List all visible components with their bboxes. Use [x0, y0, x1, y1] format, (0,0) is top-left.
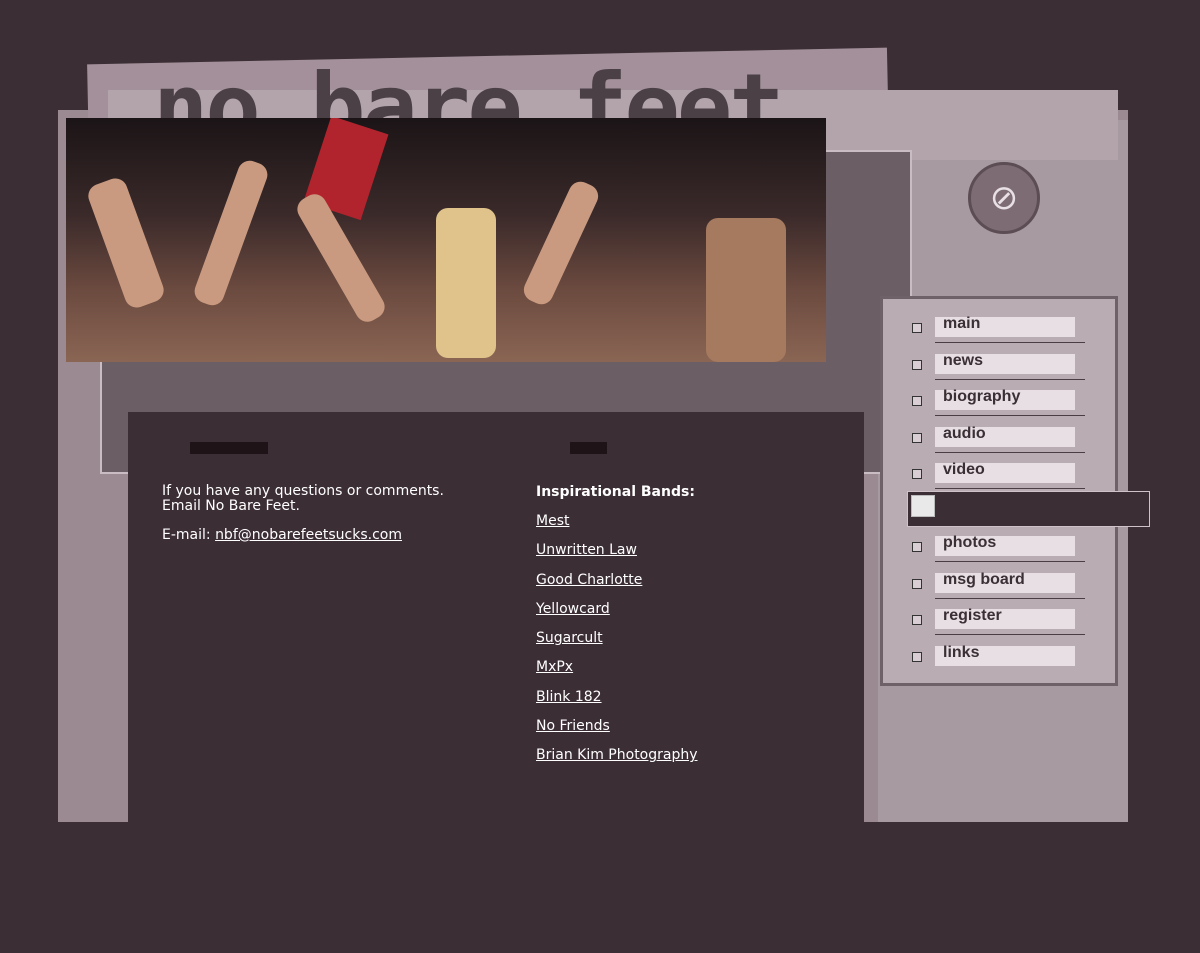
contact-line-1: If you have any questions or comments. [162, 483, 444, 499]
nav-item-label: register [943, 607, 1002, 624]
band-link-unwritten-law[interactable]: Unwritten Law [536, 542, 698, 558]
band-link-blink-182[interactable]: Blink 182 [536, 689, 698, 705]
nav-bullet-icon [912, 652, 922, 662]
nav-bullet-icon [912, 360, 922, 370]
band-link-sugarcult[interactable]: Sugarcult [536, 630, 698, 646]
contact-line-2: Email No Bare Feet. [162, 498, 300, 514]
nav-divider [935, 415, 1085, 416]
nav-bullet-icon [912, 615, 922, 625]
nav-item-biography[interactable]: biography [883, 384, 1115, 418]
nav-divider [935, 561, 1085, 562]
nav-item-main[interactable]: main [883, 311, 1115, 345]
nav-divider [935, 488, 1085, 489]
band-link-mest[interactable]: Mest [536, 513, 698, 529]
nav-bullet-icon [912, 396, 922, 406]
photo-arm [191, 157, 271, 309]
section-label-bar [570, 442, 607, 454]
nav-divider [935, 634, 1085, 635]
nav-item-label: news [943, 352, 984, 369]
nav-bullet-icon [912, 469, 922, 479]
main-content: If you have any questions or comments. E… [128, 412, 864, 822]
nav-item-label: links [943, 644, 980, 661]
nav-item-label: main [943, 315, 981, 332]
photo-arm [84, 175, 168, 311]
nav-divider [935, 342, 1085, 343]
nav-item-label: msg board [943, 571, 1025, 588]
nav-item-video[interactable]: video [883, 457, 1115, 491]
nav-bullet-icon [912, 323, 922, 333]
band-link-yellowcard[interactable]: Yellowcard [536, 601, 698, 617]
broken-image-icon [911, 495, 935, 517]
nav-divider [935, 452, 1085, 453]
no-bare-feet-icon: ⊘ [968, 162, 1040, 234]
band-link-good-charlotte[interactable]: Good Charlotte [536, 572, 698, 588]
nav-item-label: video [943, 461, 985, 478]
nav-divider [935, 379, 1085, 380]
nav-item-broken-image[interactable] [907, 491, 1150, 527]
photo-arm [706, 218, 786, 362]
nav-item-links[interactable]: links [883, 640, 1115, 674]
nav-item-label: biography [943, 388, 1021, 405]
email-prefix: E-mail: [162, 527, 216, 543]
nav-bullet-icon [912, 433, 922, 443]
bands-heading: Inspirational Bands: [536, 484, 695, 500]
bands-section: Inspirational Bands: Mest Unwritten Law … [536, 484, 698, 777]
nav-item-photos[interactable]: photos [883, 530, 1115, 564]
photo-arm [519, 177, 603, 309]
nav-bullet-icon [912, 542, 922, 552]
band-link-no-friends[interactable]: No Friends [536, 718, 698, 734]
nav-item-news[interactable]: news [883, 348, 1115, 382]
email-link[interactable]: nbf@nobarefeetsucks.com [215, 527, 402, 543]
band-link-mxpx[interactable]: MxPx [536, 659, 698, 675]
nav-item-label: photos [943, 534, 997, 551]
contact-section: If you have any questions or comments. E… [162, 484, 502, 557]
nav-bullet-icon [912, 579, 922, 589]
band-link-brian-kim-photography[interactable]: Brian Kim Photography [536, 747, 698, 763]
nav-divider [935, 598, 1085, 599]
crowd-photo [66, 118, 826, 362]
nav-item-label: audio [943, 425, 986, 442]
nav-item-register[interactable]: register [883, 603, 1115, 637]
nav-item-msg-board[interactable]: msg board [883, 567, 1115, 601]
nav-item-audio[interactable]: audio [883, 421, 1115, 455]
photo-arm [436, 208, 496, 358]
section-label-bar [190, 442, 268, 454]
